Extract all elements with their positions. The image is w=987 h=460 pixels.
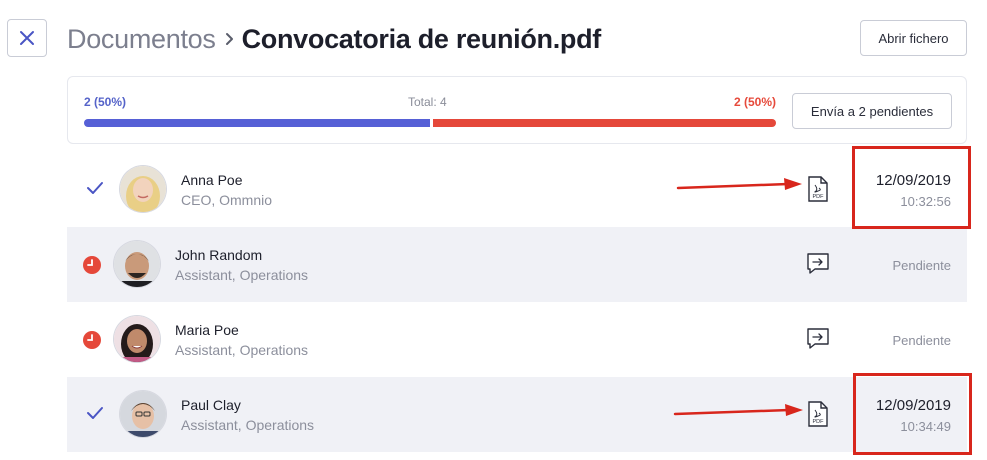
signature-summary: 2 (50%) Total: 4 2 (50%) Envía a 2 pendi… — [67, 76, 967, 144]
arrow-annotation — [673, 404, 803, 416]
clock-icon — [82, 255, 102, 275]
highlight-box — [852, 146, 971, 229]
avatar — [120, 166, 166, 212]
close-button[interactable] — [7, 19, 47, 57]
send-message-icon[interactable] — [805, 326, 831, 352]
pdf-icon[interactable]: PDF — [805, 176, 831, 202]
page-title: Convocatoria de reunión.pdf — [241, 23, 602, 54]
progress-bar-pending — [433, 119, 776, 127]
table-row[interactable]: Paul Clay Assistant, Operations PDF 12/0… — [67, 377, 967, 452]
highlight-box — [853, 373, 972, 455]
send-message-icon[interactable] — [805, 251, 831, 277]
check-icon — [85, 403, 105, 423]
progress-bar-signed — [84, 119, 430, 127]
progress-bar — [84, 119, 776, 127]
table-row[interactable]: Anna Poe CEO, Ommnio PDF 12/09/2019 10:3… — [67, 152, 967, 227]
recipient-name: Anna Poe — [181, 172, 243, 188]
svg-text:PDF: PDF — [813, 194, 825, 200]
recipient-name: Paul Clay — [181, 397, 241, 413]
avatar — [114, 316, 160, 362]
recipient-name: John Random — [175, 247, 263, 263]
pdf-icon[interactable]: PDF — [805, 401, 831, 427]
clock-icon — [82, 330, 102, 350]
check-icon — [85, 178, 105, 198]
recipient-role: Assistant, Operations — [175, 342, 309, 358]
chevron-right-icon — [225, 32, 234, 46]
recipient-role: Assistant, Operations — [181, 417, 315, 433]
signed-count: 2 (50%) — [84, 95, 127, 109]
recipient-role: Assistant, Operations — [175, 267, 309, 283]
recipient-role: CEO, Ommnio — [181, 192, 273, 208]
close-icon — [20, 31, 34, 45]
breadcrumb-documents-link[interactable]: Documentos — [67, 24, 216, 55]
status-pending: Pendiente — [892, 258, 951, 273]
avatar — [120, 391, 166, 437]
open-file-button[interactable]: Abrir fichero — [860, 20, 967, 56]
send-to-pending-button[interactable]: Envía a 2 pendientes — [792, 93, 952, 129]
total-count: Total: 4 — [408, 95, 447, 109]
breadcrumb: Documentos Convocatoria de reunión.pdf — [67, 20, 601, 58]
table-row[interactable]: Maria Poe Assistant, Operations Pendient… — [67, 302, 967, 377]
avatar — [114, 241, 160, 287]
pending-count: 2 (50%) — [733, 95, 776, 109]
svg-text:PDF: PDF — [813, 419, 825, 425]
table-row[interactable]: John Random Assistant, Operations Pendie… — [67, 227, 967, 302]
arrow-annotation — [676, 178, 802, 190]
recipient-name: Maria Poe — [175, 322, 239, 338]
status-pending: Pendiente — [892, 333, 951, 348]
